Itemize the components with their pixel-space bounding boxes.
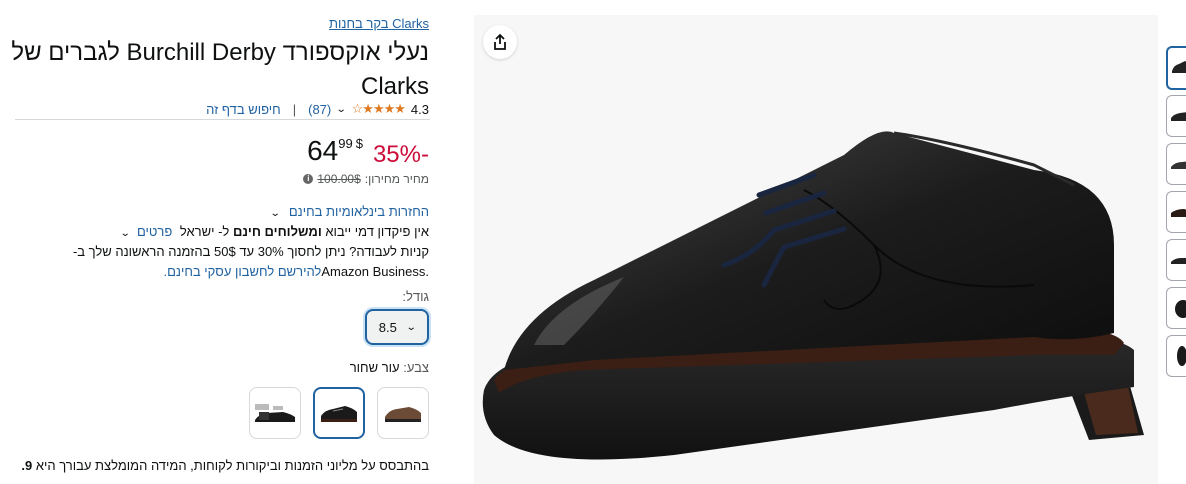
color-swatch-brown[interactable] [377, 387, 429, 439]
price: 64 99 $ [307, 136, 363, 166]
share-button[interactable] [483, 25, 517, 59]
search-page-link[interactable]: חיפוש בדף זה [206, 102, 281, 117]
price-whole: 64 [307, 135, 339, 166]
store-link[interactable]: בקר בחנות Clarks [329, 16, 429, 31]
rating-separator: | [292, 101, 297, 117]
size-value: 8.5 [378, 319, 397, 335]
amazon-business-text: Amazon Business. [321, 264, 429, 279]
chevron-down-icon[interactable]: ⌄ [120, 228, 131, 239]
star-rating-icon[interactable]: ★★★★☆ [352, 101, 406, 117]
color-value: עור שחור [349, 360, 400, 375]
recommendation-text: בהתבסס על מליוני הזמנות וביקורות לקוחות,… [35, 458, 429, 473]
thumbnail-1[interactable] [1166, 46, 1186, 90]
shoe-thumbnail-icon [1171, 209, 1186, 217]
shoe-thumbnail-icon [1172, 61, 1186, 73]
chevron-down-icon[interactable]: ⌄ [336, 104, 347, 115]
share-icon [494, 33, 506, 50]
business-signup-link[interactable]: להירשם לחשבון עסקי בחינם. [163, 264, 321, 279]
color-row: צבע: עור שחור [350, 360, 429, 375]
business-line-2: Amazon Business.להירשם לחשבון עסקי בחינם… [163, 264, 429, 279]
thumbnail-5[interactable] [1166, 239, 1186, 281]
thumbnail-2[interactable] [1166, 95, 1186, 137]
thumbnail-4[interactable] [1166, 191, 1186, 233]
shoe-thumbnail-icon [1171, 112, 1186, 121]
color-label: צבע: [403, 360, 429, 375]
rating-count-link[interactable]: (87) [308, 102, 331, 117]
list-price-label: מחיר מחירון: [364, 172, 429, 186]
list-price-value: 100.00$ [317, 172, 361, 186]
rating-row: 4.3 ★★★★☆ ⌄ (87) | חיפוש בדף זה [206, 101, 429, 117]
price-row: -35% 64 99 $ [307, 136, 429, 170]
color-swatch-set[interactable] [249, 387, 301, 439]
shoe-thumbnail-icon [1175, 300, 1186, 318]
shipping-text: אין פיקדון דמי ייבוא [325, 224, 429, 239]
price-fraction: 99 [338, 136, 353, 151]
shipping-details-link[interactable]: פרטים [137, 224, 172, 239]
rating-value: 4.3 [410, 101, 429, 117]
free-shipping-text: ומשלוחים חינם [232, 224, 322, 239]
info-icon[interactable]: i [303, 174, 314, 184]
main-product-image[interactable] [474, 15, 1158, 484]
list-price-row: מחיר מחירון: 100.00$ i [303, 172, 429, 186]
size-recommendation: בהתבסס על מליוני הזמנות וביקורות לקוחות,… [21, 458, 429, 473]
size-label: גודל: [402, 289, 429, 304]
returns-row[interactable]: החזרות בינלאומיות בחינם ⌄ [270, 204, 429, 219]
thumbnail-3[interactable] [1166, 143, 1186, 185]
size-select[interactable]: 8.5 ⌄ [365, 309, 429, 345]
shipping-row: אין פיקדון דמי ייבוא ומשלוחים חינם ל- יש… [120, 224, 429, 239]
shoe-set-icon [255, 404, 295, 422]
discount-badge: -35% [372, 141, 429, 168]
product-title: נעלי אוקספורד Burchill Derby לגברים של C… [11, 39, 429, 100]
chevron-down-icon[interactable]: ⌄ [270, 208, 281, 219]
business-line-1: קניות לעבודה? ניתן לחסוך 30% עד 50$ בהזמ… [72, 244, 429, 259]
divider [15, 119, 430, 120]
free-returns-link[interactable]: החזרות בינלאומיות בחינם [289, 204, 429, 219]
chevron-down-icon: ⌄ [405, 321, 417, 333]
brown-shoe-icon [385, 407, 421, 422]
thumbnail-6[interactable] [1166, 287, 1186, 329]
black-shoe-icon [321, 406, 357, 422]
black-derby-shoe-image [482, 131, 1144, 460]
price-currency: $ [355, 136, 363, 151]
shoe-thumbnail-icon [1177, 346, 1186, 366]
shoe-thumbnail-icon [1171, 258, 1186, 264]
shipping-destination: ל- ישראל [179, 224, 230, 239]
recommended-size: 9. [21, 458, 33, 473]
shoe-thumbnail-icon [1171, 161, 1186, 169]
color-swatch-black[interactable] [313, 387, 365, 439]
thumbnail-7[interactable] [1166, 335, 1186, 377]
